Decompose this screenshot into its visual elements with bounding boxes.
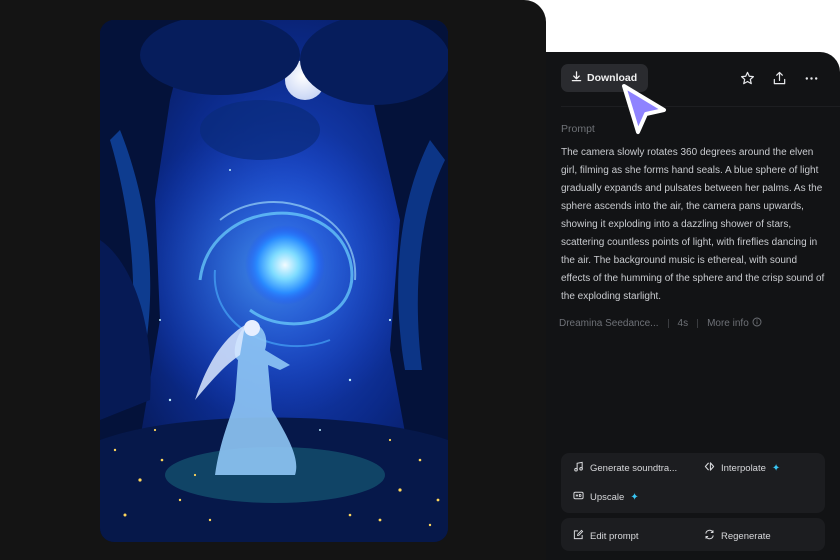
divider	[561, 106, 840, 107]
more-icon[interactable]	[801, 68, 821, 88]
music-note-icon	[573, 461, 584, 475]
regenerate-button[interactable]: Regenerate	[704, 529, 771, 543]
details-panel: Download Prompt The camera slowly rotate…	[546, 52, 840, 560]
generated-video-thumbnail[interactable]	[100, 20, 448, 542]
star-icon[interactable]	[737, 68, 757, 88]
interpolate-icon	[704, 461, 715, 475]
interpolate-label: Interpolate	[721, 462, 766, 474]
sparkle-icon: ✦	[630, 491, 639, 503]
generate-soundtrack-label: Generate soundtra...	[590, 462, 678, 474]
more-info-label: More info	[707, 318, 749, 329]
share-icon[interactable]	[769, 68, 789, 88]
model-name: Dreamina Seedance...	[559, 318, 659, 329]
actions-card: Edit prompt Regenerate	[561, 518, 825, 551]
meta-separator	[697, 319, 699, 328]
edit-prompt-label: Edit prompt	[590, 530, 639, 542]
tools-card: Generate soundtra... Interpolate ✦ Upsca…	[561, 453, 825, 513]
prompt-text: The camera slowly rotates 360 degrees ar…	[561, 147, 825, 302]
preview-panel	[0, 0, 546, 560]
download-icon	[571, 71, 582, 85]
edit-prompt-button[interactable]: Edit prompt	[573, 529, 639, 543]
sparkle-icon: ✦	[771, 462, 781, 474]
prompt-label: Prompt	[561, 123, 595, 135]
interpolate-button[interactable]: Interpolate ✦	[704, 461, 780, 475]
generation-meta: Dreamina Seedance... 4s More info	[559, 317, 762, 330]
duration: 4s	[677, 318, 689, 329]
regenerate-label: Regenerate	[721, 530, 771, 542]
hd-icon	[573, 490, 584, 504]
elf-forest-scene	[100, 20, 448, 542]
generate-soundtrack-button[interactable]: Generate soundtra...	[573, 461, 677, 475]
light-sphere	[245, 225, 325, 305]
more-info-link[interactable]: More info	[707, 317, 762, 330]
edit-icon	[573, 529, 584, 543]
info-icon	[752, 317, 762, 330]
upscale-label: Upscale	[590, 491, 625, 503]
pointer-cursor-icon	[620, 82, 668, 141]
meta-separator	[667, 319, 669, 328]
regenerate-icon	[704, 529, 715, 543]
upscale-button[interactable]: Upscale ✦	[573, 490, 639, 504]
